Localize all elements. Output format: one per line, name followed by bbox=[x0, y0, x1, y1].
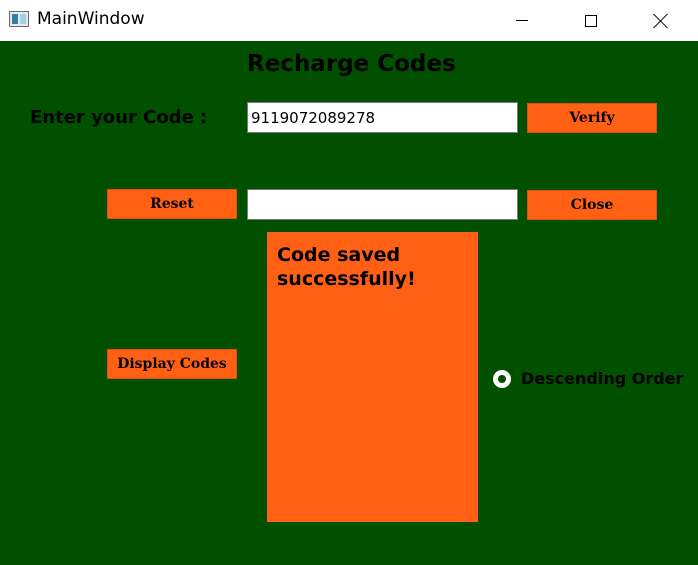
display-codes-button[interactable]: Display Codes bbox=[107, 349, 237, 379]
verify-button[interactable]: Verify bbox=[527, 103, 657, 133]
title-bar: MainWindow bbox=[0, 0, 698, 41]
close-window-button[interactable] bbox=[638, 0, 684, 41]
close-button[interactable]: Close bbox=[527, 190, 657, 220]
code-label: Enter your Code : bbox=[30, 107, 208, 128]
minimize-button[interactable] bbox=[499, 0, 545, 41]
reset-button[interactable]: Reset bbox=[107, 189, 237, 219]
result-input[interactable] bbox=[247, 189, 518, 220]
message-panel: Code saved successfully! bbox=[267, 232, 478, 522]
app-window-icon bbox=[9, 11, 29, 27]
minimize-icon bbox=[516, 20, 528, 21]
page-title: Recharge Codes bbox=[247, 51, 456, 77]
window-title: MainWindow bbox=[37, 9, 145, 29]
descending-order-label[interactable]: Descending Order bbox=[521, 369, 683, 388]
radio-selected-dot bbox=[498, 375, 506, 383]
descending-order-radio[interactable] bbox=[493, 370, 511, 388]
main-content: Recharge Codes Enter your Code : Verify … bbox=[0, 41, 698, 565]
close-icon bbox=[653, 13, 669, 29]
code-input[interactable] bbox=[247, 102, 518, 133]
status-message: Code saved successfully! bbox=[277, 244, 416, 290]
maximize-button[interactable] bbox=[568, 0, 614, 41]
maximize-icon bbox=[585, 14, 597, 27]
